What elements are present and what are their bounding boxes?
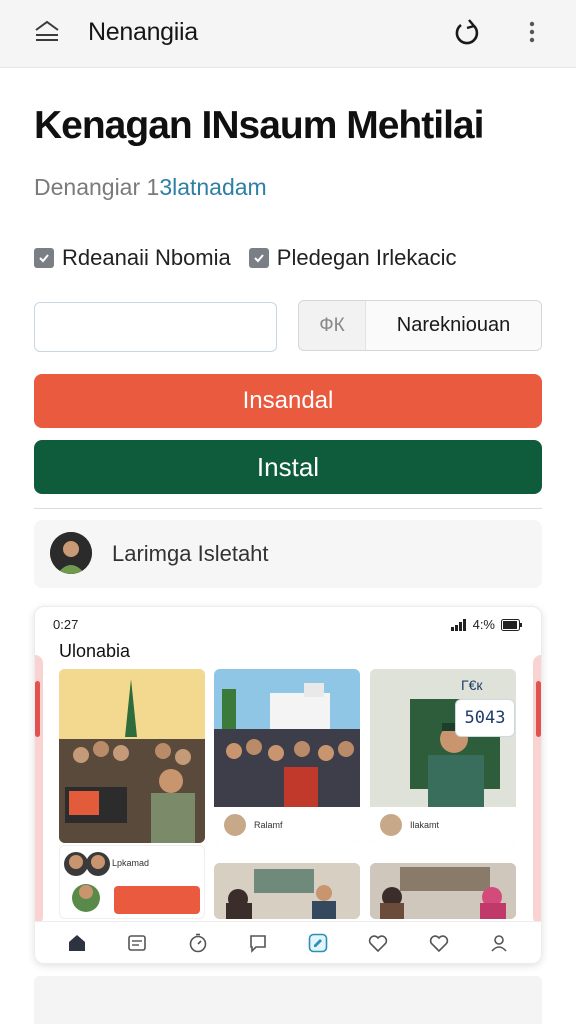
checkbox-option-2[interactable]: Pledegan Irlekacic <box>248 245 457 271</box>
caption-avatar <box>222 812 248 838</box>
status-text: 4:% <box>472 617 495 632</box>
menu-icon[interactable] <box>32 18 62 44</box>
subheading-accent: 3latnadam <box>159 174 267 200</box>
heart-icon[interactable] <box>366 931 390 955</box>
timer-icon[interactable] <box>186 931 210 955</box>
battery-icon <box>501 618 522 631</box>
preview-price-badge: 5043 <box>455 699 515 737</box>
segment-ok[interactable]: ФК <box>299 301 365 350</box>
checkbox-checked-icon[interactable] <box>34 248 54 268</box>
bottom-panel <box>34 976 542 1024</box>
preview-side-panel-right <box>533 655 541 925</box>
primary-action-button[interactable]: Insandal <box>34 374 542 428</box>
preview-tile: Ralamf <box>214 669 360 843</box>
preview-tag: Г€к <box>461 677 483 693</box>
profile-icon[interactable] <box>487 931 511 955</box>
caption-avatar <box>378 812 404 838</box>
home-icon[interactable] <box>65 931 89 955</box>
preview-tile <box>59 669 205 843</box>
page-headline: Kenagan INsaum Mehtilai <box>34 104 484 147</box>
checkbox-row: Rdeanaii Nbomia Pledegan Irlekacic <box>34 244 457 272</box>
preview-tile: Ilakamt <box>370 669 516 843</box>
profile-name: Larimga Isletaht <box>112 541 269 566</box>
checkbox-label: Pledegan Irlekacic <box>276 245 457 270</box>
install-button[interactable]: Instal <box>34 440 542 494</box>
text-input[interactable] <box>34 302 277 352</box>
caption-text: Ralamf <box>254 820 283 830</box>
preview-tile: Lpkamad <box>59 845 205 919</box>
checkbox-label: Rdeanaii Nbomia <box>62 245 231 270</box>
preview-tile <box>214 863 360 919</box>
tile-caption: Ralamf <box>214 807 360 843</box>
app-title: Nenangiia <box>88 18 198 46</box>
news-icon[interactable] <box>125 931 149 955</box>
avatar <box>50 532 92 574</box>
preview-tile <box>370 863 516 919</box>
app-preview-screenshot: 0:27 4:% Ulonabia Ralamf Ilakamt Г€к 504… <box>34 606 542 964</box>
status-indicators: 4:% <box>450 617 523 632</box>
tile-caption-text: Lpkamad <box>112 858 150 868</box>
refresh-icon[interactable] <box>452 17 482 47</box>
more-options-icon[interactable] <box>522 18 542 46</box>
top-app-bar: Nenangiia <box>0 0 576 68</box>
chat-icon[interactable] <box>246 931 270 955</box>
signal-icon <box>450 618 466 631</box>
subheading-main: Denangiar 1 <box>34 174 160 200</box>
divider <box>34 508 542 509</box>
preview-side-panel-left <box>35 655 43 925</box>
edit-icon[interactable] <box>306 931 330 955</box>
tile-caption: Ilakamt <box>370 807 516 843</box>
profile-card[interactable]: Larimga Isletaht <box>34 520 542 588</box>
caption-text: Ilakamt <box>410 820 440 830</box>
segment-option[interactable]: Narekniouan <box>365 301 541 350</box>
preview-title: Ulonabia <box>59 641 131 661</box>
preview-bottom-nav <box>35 921 541 963</box>
checkbox-option-1[interactable]: Rdeanaii Nbomia <box>34 245 231 271</box>
page-subheading: Denangiar 13latnadam <box>34 174 267 201</box>
status-time: 0:27 <box>53 617 79 632</box>
heart-outline-icon[interactable] <box>427 931 451 955</box>
segmented-control: ФК Narekniouan <box>298 300 542 351</box>
checkbox-checked-icon[interactable] <box>248 248 269 268</box>
